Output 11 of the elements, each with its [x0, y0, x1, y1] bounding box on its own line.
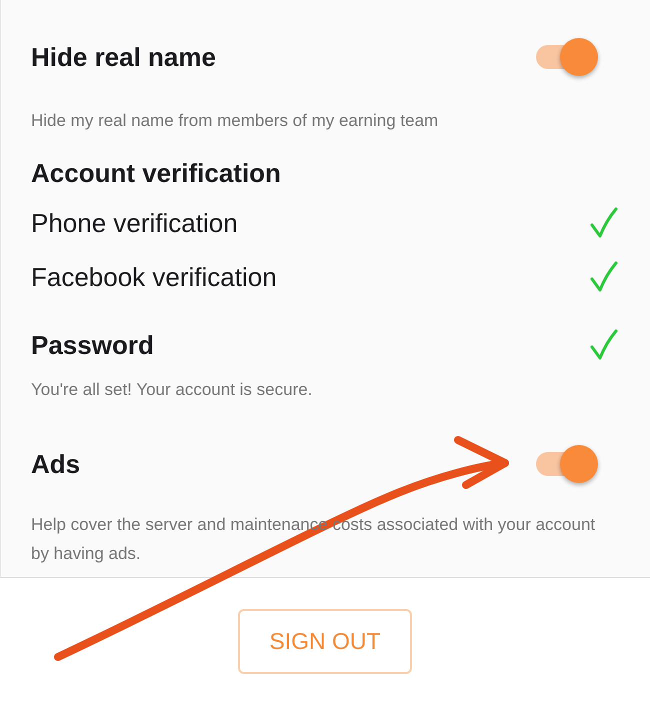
toggle-switch[interactable] — [534, 444, 598, 484]
setting-description: Hide my real name from members of my earning team — [31, 110, 440, 132]
setting-title: Password — [31, 328, 154, 362]
section-heading: Account verification — [31, 156, 281, 190]
toggle-switch[interactable] — [534, 37, 598, 77]
sign-out-button[interactable]: SIGN OUT — [238, 609, 412, 674]
verification-label: Phone verification — [31, 206, 238, 240]
setting-title: Hide real name — [31, 40, 216, 74]
setting-description: You're all set! Your account is secure. — [31, 379, 314, 401]
verification-label: Facebook verification — [31, 260, 277, 294]
setting-title: Ads — [31, 448, 80, 480]
